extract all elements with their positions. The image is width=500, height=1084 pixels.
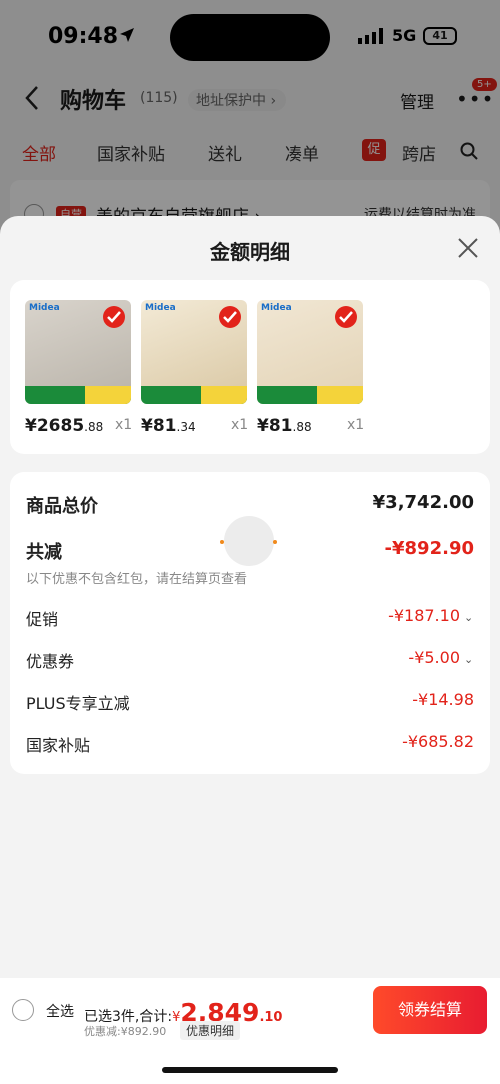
national-subsidy-label: 国家补贴 [26, 736, 91, 755]
product-image: Midea [25, 300, 131, 404]
brand-logo: Midea [145, 303, 176, 313]
price-int: ¥2685 [25, 416, 85, 436]
promotion-label: 促销 [26, 610, 59, 629]
reduce-label: 共减 [26, 542, 62, 563]
price-dec: .88 [292, 420, 312, 434]
product-price: ¥2685.88 [25, 416, 103, 436]
checked-icon [103, 306, 125, 328]
promotion-value[interactable]: -¥187.10 ⌄ [388, 606, 474, 625]
product-qty: x1 [115, 417, 133, 433]
amount-detail-card: 商品总价 ¥3,742.00 共减 -¥892.90 以下优惠不包含红包，请在结… [10, 472, 490, 774]
price-dec: .34 [176, 420, 196, 434]
coupon-label: 优惠券 [26, 652, 75, 671]
checked-icon [219, 306, 241, 328]
loading-dot [273, 540, 277, 544]
discount-note: 以下优惠不包含红包，请在结算页查看 [26, 572, 248, 587]
brand-logo: Midea [261, 303, 292, 313]
product-price: ¥81.88 [257, 416, 312, 436]
product-price: ¥81.34 [141, 416, 196, 436]
product-image: Midea [257, 300, 363, 404]
amount-dec: .10 [259, 1010, 283, 1025]
national-subsidy-value: -¥685.82 [402, 732, 474, 751]
promo-strip-accent [201, 386, 247, 404]
checkout-bar: 全选 已选3件,合计:¥2,849.10 优惠减:¥892.90 优惠明细 领券… [0, 978, 500, 1084]
home-indicator [162, 1067, 338, 1073]
plus-discount-label: PLUS专享立减 [26, 694, 130, 713]
sheet-title: 金额明细 [210, 240, 290, 264]
close-icon[interactable] [456, 236, 480, 260]
price-int: ¥81 [141, 416, 177, 436]
product-qty: x1 [231, 417, 249, 433]
promo-strip-accent [317, 386, 363, 404]
discount-summary: 优惠减:¥892.90 [84, 1025, 167, 1038]
price-dec: .88 [84, 420, 104, 434]
chevron-down-icon: ⌄ [464, 611, 474, 624]
discount-detail-link[interactable]: 优惠明细 [180, 1021, 241, 1040]
reduce-value: -¥892.90 [384, 538, 474, 559]
checked-icon [335, 306, 357, 328]
checkout-button[interactable]: 领券结算 [373, 986, 487, 1034]
coupon-value[interactable]: -¥5.00 ⌄ [408, 648, 474, 667]
chevron-down-icon: ⌄ [464, 653, 474, 666]
product-qty: x1 [347, 417, 365, 433]
select-all-label[interactable]: 全选 [46, 1001, 74, 1021]
total-label: 商品总价 [26, 496, 98, 517]
promotion-amount: -¥187.10 [388, 606, 460, 625]
loading-dot [220, 540, 224, 544]
loading-spinner [224, 516, 274, 566]
selected-products-card: Midea ¥2685.88 x1 Midea ¥81.34 x1 Midea … [10, 280, 490, 454]
total-value: ¥3,742.00 [372, 492, 474, 513]
product-image: Midea [141, 300, 247, 404]
select-all-radio[interactable] [12, 999, 34, 1021]
coupon-amount: -¥5.00 [408, 648, 460, 667]
brand-logo: Midea [29, 303, 60, 313]
plus-discount-value: -¥14.98 [412, 690, 474, 709]
price-int: ¥81 [257, 416, 293, 436]
amount-detail-sheet: 金额明细 Midea ¥2685.88 x1 Midea ¥81.34 x1 M… [0, 216, 500, 978]
promo-strip-accent [85, 386, 131, 404]
